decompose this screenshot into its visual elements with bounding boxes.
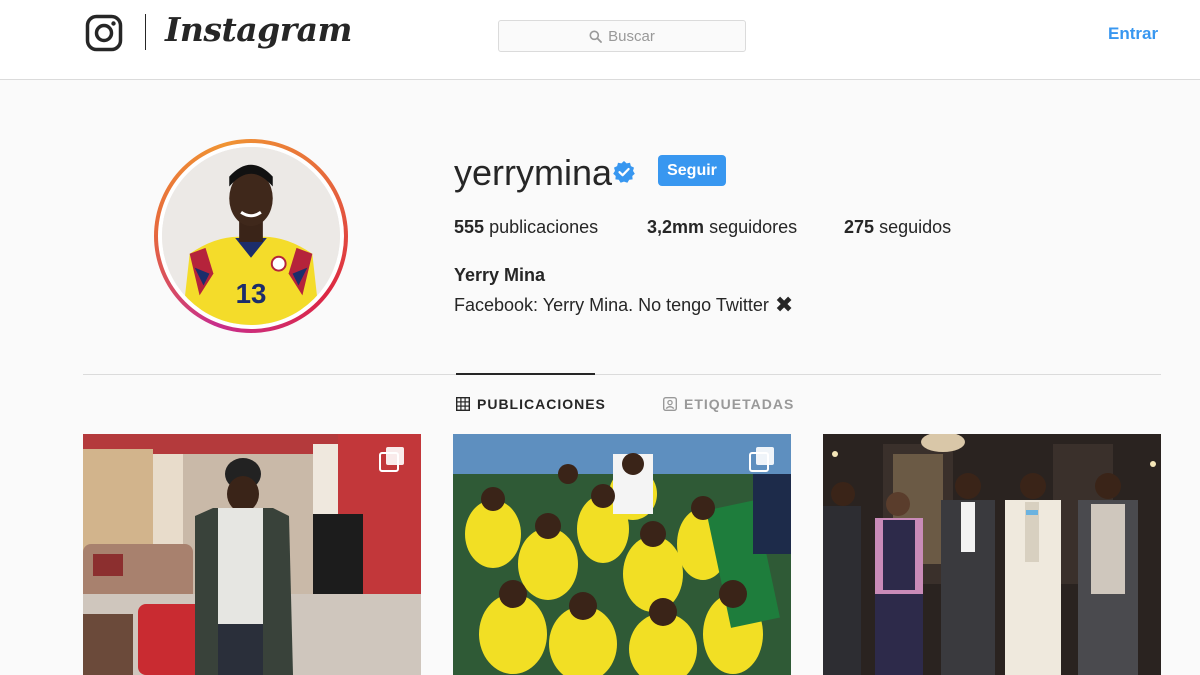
follow-button[interactable]: Seguir [658, 155, 726, 186]
tabs-divider [83, 374, 1161, 375]
tagged-icon [663, 397, 677, 411]
search-input[interactable]: Buscar [498, 20, 746, 52]
active-tab-indicator [456, 373, 595, 375]
verified-badge-icon [613, 161, 635, 183]
stat-followers-label: seguidores [709, 217, 798, 237]
tab-etiquetadas-label: ETIQUETADAS [684, 396, 795, 412]
stat-posts: 555 publicaciones [454, 217, 598, 238]
instagram-camera-icon[interactable] [85, 14, 123, 52]
profile-username: yerrymina [454, 152, 613, 193]
tab-publicaciones-label: PUBLICACIONES [477, 396, 606, 412]
post-thumbnail-2[interactable] [453, 434, 791, 675]
post-photo-kids-team [453, 434, 791, 675]
instagram-wordmark[interactable]: Instagram [165, 10, 352, 49]
stat-posts-value: 555 [454, 217, 485, 237]
login-link[interactable]: Entrar [1108, 24, 1158, 44]
stat-followers[interactable]: 3,2mm seguidores [647, 217, 797, 238]
post-photo-living-room [83, 434, 421, 675]
tab-publicaciones[interactable]: PUBLICACIONES [456, 396, 606, 412]
stat-following-label: seguidos [879, 217, 952, 237]
multi-photo-icon [379, 447, 404, 472]
top-navigation-bar: Instagram Buscar Entrar [0, 0, 1200, 80]
brand-divider [145, 14, 146, 50]
cross-mark-emoji: ✖ [774, 292, 794, 317]
stat-following-value: 275 [844, 217, 875, 237]
post-thumbnail-1[interactable] [83, 434, 421, 675]
search-placeholder: Buscar [608, 27, 655, 45]
stat-following[interactable]: 275 seguidos [844, 217, 951, 238]
post-thumbnail-3[interactable] [823, 434, 1161, 675]
profile-bio-text: Facebook: Yerry Mina. No tengo Twitter [454, 294, 769, 315]
multi-photo-icon [749, 447, 774, 472]
svg-text:13: 13 [236, 278, 267, 309]
avatar-photo: 13 [162, 147, 340, 325]
post-photo-event-suits [823, 434, 1161, 675]
stat-posts-label: publicaciones [489, 217, 599, 237]
search-icon [589, 30, 603, 43]
tab-etiquetadas[interactable]: ETIQUETADAS [663, 396, 794, 412]
profile-avatar[interactable]: 13 [154, 139, 348, 333]
profile-bio: Facebook: Yerry Mina. No tengo Twitter ✖ [454, 292, 793, 318]
grid-icon [456, 397, 470, 411]
stat-followers-value: 3,2mm [647, 217, 705, 237]
profile-full-name: Yerry Mina [454, 265, 546, 285]
